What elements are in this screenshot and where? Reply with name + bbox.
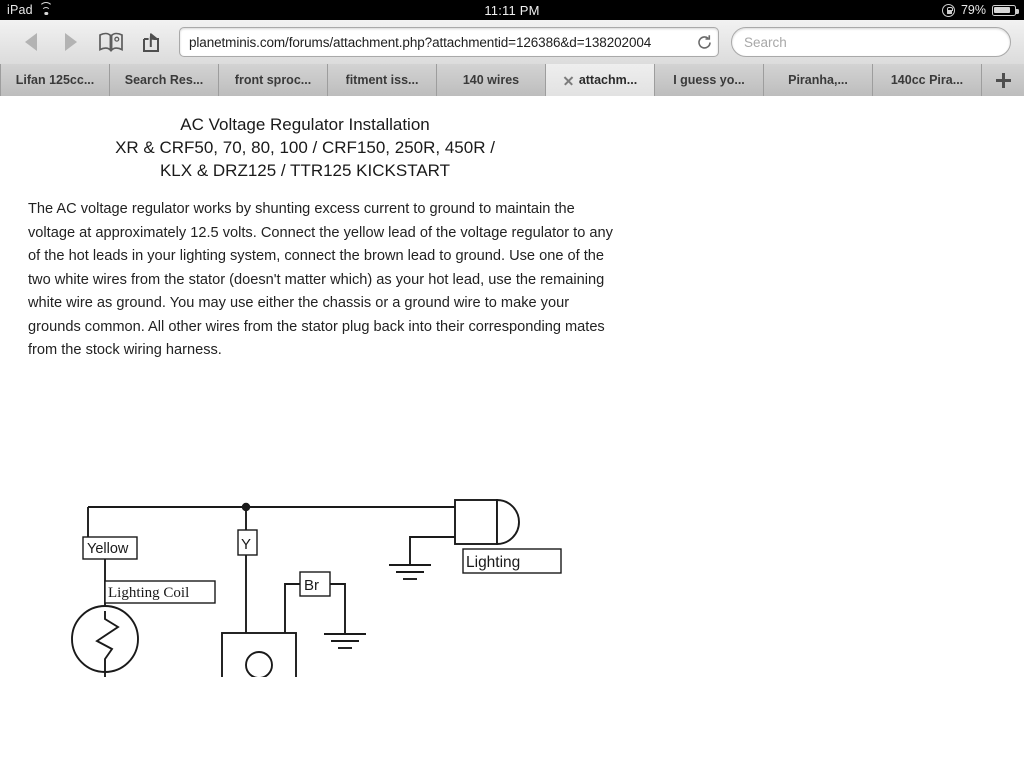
wiring-diagram-svg: Yellow Lighting Coil Yellow Y Br AC Regu…	[71, 499, 562, 677]
plus-icon	[995, 72, 1011, 88]
lamp-body	[454, 499, 498, 545]
close-icon[interactable]	[563, 75, 574, 86]
tab-label: 140 wires	[462, 73, 520, 87]
instructions-paragraph: The AC voltage regulator works by shunti…	[28, 201, 613, 358]
browser-chrome: planetminis.com/forums/attachment.php?at…	[0, 20, 1024, 96]
label-yellow-top: Yellow	[87, 541, 129, 557]
address-bar[interactable]: planetminis.com/forums/attachment.php?at…	[179, 27, 719, 57]
reload-icon	[697, 34, 711, 49]
tab-label: Search Res...	[124, 73, 204, 87]
back-arrow-icon	[25, 33, 37, 51]
bookmarks-button[interactable]	[91, 27, 131, 57]
wire-br-to-ground	[330, 583, 346, 634]
clock-label: 11:11 PM	[484, 2, 540, 18]
battery-icon	[992, 4, 1019, 16]
status-bar-left: iPad	[0, 1, 260, 17]
label-y-tap: Y	[241, 536, 251, 553]
browser-tab-active[interactable]: attachm...	[546, 64, 655, 96]
ac-regulator-terminal-circle	[245, 651, 273, 677]
tab-label: I guess yo...	[673, 73, 745, 87]
device-name-label: iPad	[7, 3, 33, 17]
browser-tab[interactable]: Lifan 125cc...	[0, 64, 110, 96]
tab-label: Lifan 125cc...	[15, 73, 95, 87]
page-title-line-2: XR & CRF50, 70, 80, 100 / CRF150, 250R, …	[115, 138, 495, 157]
share-button[interactable]	[131, 27, 171, 57]
browser-tab[interactable]: front sproc...	[219, 64, 328, 96]
browser-tab[interactable]: 140 wires	[437, 64, 546, 96]
page-title: AC Voltage Regulator Installation XR & C…	[0, 113, 610, 182]
page-title-line-1: AC Voltage Regulator Installation	[180, 115, 430, 134]
wifi-icon	[39, 1, 54, 16]
page-title-line-3: KLX & DRZ125 / TTR125 KICKSTART	[159, 161, 451, 180]
label-br-tap: Br	[304, 577, 319, 594]
tab-label: front sproc...	[234, 73, 312, 87]
tab-label: attachm...	[578, 73, 638, 87]
browser-tab[interactable]: 140cc Pira...	[873, 64, 982, 96]
bookmarks-book-icon	[99, 32, 123, 52]
browser-tab[interactable]: I guess yo...	[655, 64, 764, 96]
tab-label: Piranha,...	[788, 73, 848, 87]
search-placeholder-label: Search	[744, 34, 787, 50]
label-lighting: Lighting	[466, 554, 520, 571]
address-bar-url: planetminis.com/forums/attachment.php?at…	[189, 34, 652, 50]
page-content: AC Voltage Regulator Installation XR & C…	[0, 97, 1024, 768]
wire-br-left	[284, 583, 300, 633]
tab-bar: Lifan 125cc... Search Res... front sproc…	[0, 64, 1024, 96]
ios-status-bar: iPad 11:11 PM 79%	[0, 0, 1024, 20]
new-tab-button[interactable]	[982, 64, 1024, 96]
reload-button[interactable]	[694, 32, 714, 52]
ground-symbol-lamp	[389, 564, 431, 580]
ground-symbol-br	[324, 633, 366, 649]
share-icon	[143, 32, 159, 52]
label-lighting-coil: Lighting Coil	[108, 585, 189, 601]
status-bar-right: 79%	[764, 3, 1024, 17]
browser-tab[interactable]: Search Res...	[110, 64, 219, 96]
search-input[interactable]: Search	[731, 27, 1011, 57]
browser-tab[interactable]: Piranha,...	[764, 64, 873, 96]
back-button[interactable]	[11, 27, 51, 57]
browser-toolbar: planetminis.com/forums/attachment.php?at…	[0, 20, 1024, 64]
browser-tab[interactable]: fitment iss...	[328, 64, 437, 96]
battery-percent-label: 79%	[960, 3, 986, 17]
tab-label: fitment iss...	[345, 73, 419, 87]
rotation-lock-icon	[941, 3, 955, 17]
forward-arrow-icon	[65, 33, 77, 51]
tab-label: 140cc Pira...	[890, 73, 964, 87]
lamp-bulb-icon	[496, 499, 520, 545]
forward-button[interactable]	[51, 27, 91, 57]
wire-lamp-ground	[409, 536, 455, 565]
wiring-diagram: Yellow Lighting Coil Yellow Y Br AC Regu…	[0, 387, 620, 677]
